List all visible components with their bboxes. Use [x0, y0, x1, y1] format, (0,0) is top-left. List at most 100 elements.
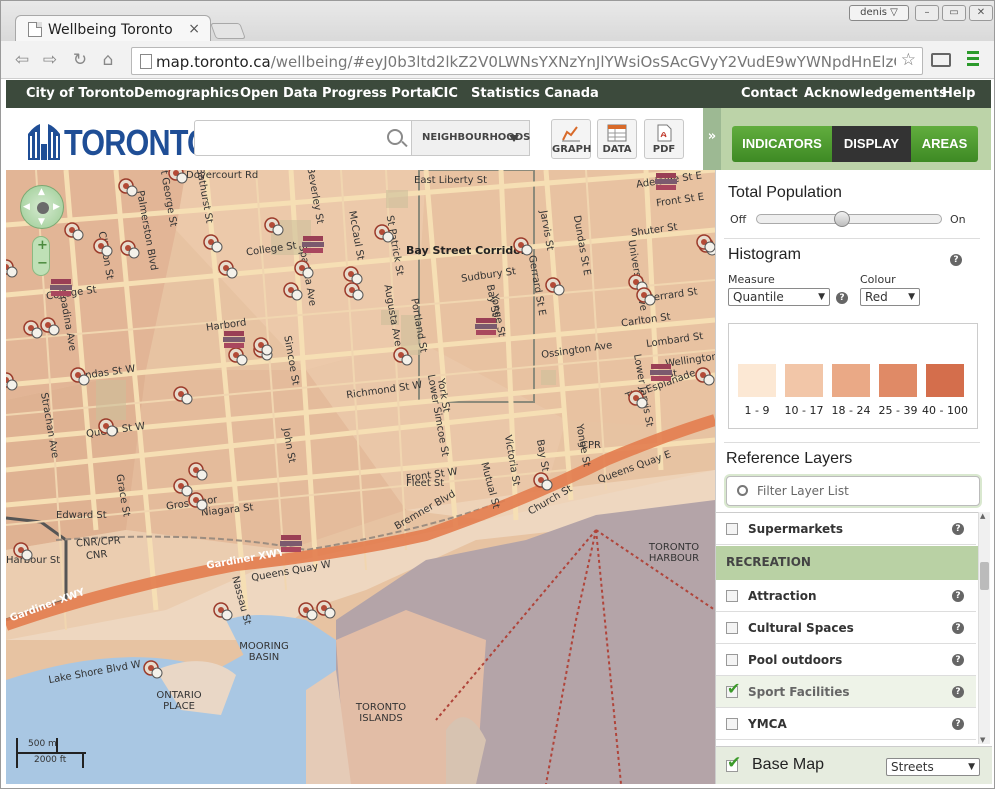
scroll-down-icon[interactable]: ▼: [980, 736, 985, 744]
layer-name: YMCA: [748, 717, 787, 731]
collapse-panel-icon[interactable]: »: [703, 108, 721, 170]
cultural-space-marker[interactable]: [50, 173, 677, 552]
layer-help-icon[interactable]: ?: [952, 654, 964, 666]
toronto-logo[interactable]: TORONTO: [26, 116, 211, 163]
app-header: TORONTO NEIGHBOURHOODS GRAPH DATA PDF » …: [6, 108, 991, 170]
nav-open-data[interactable]: Open Data: [240, 86, 318, 101]
sport-facility-marker[interactable]: [6, 170, 715, 679]
filter-search-icon: [737, 485, 748, 496]
neighbourhoods-dropdown[interactable]: NEIGHBOURHOODS: [412, 120, 530, 156]
browser-tab[interactable]: Wellbeing Toronto ×: [15, 15, 211, 43]
reference-layers-title: Reference Layers: [726, 450, 853, 467]
data-button[interactable]: DATA: [597, 119, 637, 159]
measure-help-icon[interactable]: ?: [836, 292, 848, 304]
measure-select[interactable]: Quantile: [728, 288, 830, 306]
layer-checkbox[interactable]: [726, 622, 738, 634]
close-window-icon[interactable]: ✕: [969, 5, 993, 21]
scroll-up-icon[interactable]: ▲: [980, 512, 985, 520]
tab-indicators[interactable]: INDICATORS: [732, 126, 832, 162]
slider-on-label: On: [950, 213, 966, 226]
histogram-title: Histogram: [728, 246, 801, 263]
scale-imperial: 2000 ft: [34, 755, 67, 765]
address-bar[interactable]: map.toronto.ca/wellbeing/#eyJ0b3ltd2lkZ2…: [131, 47, 923, 75]
browser-menu-icon[interactable]: [967, 51, 979, 67]
pan-down-icon[interactable]: ▼: [38, 217, 45, 227]
layer-item-attraction[interactable]: Attraction ?: [716, 580, 976, 612]
check-icon: ✔: [727, 753, 742, 773]
legend-label: 10 - 17: [784, 404, 824, 417]
measure-label: Measure: [728, 273, 775, 286]
scale-bar: 500 m 2000 ft: [16, 738, 86, 770]
nav-help[interactable]: Help: [942, 86, 975, 101]
nav-progress-portal[interactable]: Progress Portal: [322, 86, 436, 101]
nav-city-of-toronto[interactable]: City of Toronto: [26, 86, 134, 101]
new-tab-button[interactable]: [210, 23, 246, 39]
reload-icon[interactable]: ↻: [69, 49, 91, 71]
layer-checkbox[interactable]: [726, 523, 738, 535]
data-label: DATA: [602, 144, 632, 155]
panel-tabs: INDICATORS DISPLAY AREAS: [732, 126, 978, 162]
layer-item-cultural-spaces[interactable]: Cultural Spaces ?: [716, 612, 976, 644]
opacity-slider[interactable]: [756, 211, 942, 227]
cast-icon[interactable]: [931, 53, 951, 67]
slider-thumb[interactable]: [834, 211, 850, 227]
layer-name: Attraction: [748, 589, 817, 603]
basemap-select[interactable]: Streets: [886, 758, 980, 776]
search-icon[interactable]: [387, 129, 403, 145]
pan-up-icon[interactable]: ▲: [38, 187, 45, 197]
pan-right-icon[interactable]: ▶: [53, 202, 60, 212]
close-tab-icon[interactable]: ×: [188, 21, 200, 37]
zoom-in-button[interactable]: +: [37, 238, 48, 253]
home-icon[interactable]: ⌂: [97, 49, 119, 71]
nav-cic[interactable]: CIC: [434, 86, 458, 101]
graph-icon: [562, 126, 580, 142]
layer-group-recreation[interactable]: RECREATION: [716, 546, 978, 580]
nav-contact[interactable]: Contact: [741, 86, 798, 101]
filter-layer-input[interactable]: Filter Layer List: [726, 476, 980, 506]
layer-help-icon[interactable]: ?: [952, 718, 964, 730]
layer-item-pool-outdoors[interactable]: Pool outdoors ?: [716, 644, 976, 676]
nav-acknowledgements[interactable]: Acknowledgements: [804, 86, 947, 101]
graph-button[interactable]: GRAPH: [551, 119, 591, 159]
layer-item-supermarkets[interactable]: Supermarkets ?: [716, 513, 976, 545]
pan-control[interactable]: ▲ ▼ ◀ ▶: [20, 185, 64, 229]
layer-list-scrollbar[interactable]: ▲ ▼: [978, 512, 990, 744]
tab-display[interactable]: DISPLAY: [832, 126, 911, 162]
bookmark-star-icon[interactable]: ☆: [901, 50, 916, 70]
tab-areas[interactable]: AREAS: [911, 126, 978, 162]
divider: [724, 238, 980, 239]
forward-icon[interactable]: ⇨: [39, 49, 61, 71]
layer-help-icon[interactable]: ?: [952, 686, 964, 698]
legend-swatch: [879, 364, 917, 397]
logo-text: TORONTO: [64, 122, 211, 163]
colour-select[interactable]: Red: [860, 288, 920, 306]
maximize-icon[interactable]: ▭: [942, 5, 966, 21]
tab-title: Wellbeing Toronto: [48, 22, 173, 38]
layer-item-sport-facilities[interactable]: ✔ Sport Facilities ?: [716, 676, 976, 708]
map-view[interactable]: College St College St Shuter St Dundas S…: [6, 170, 715, 784]
search-input[interactable]: [194, 120, 412, 156]
back-icon[interactable]: ⇦: [11, 49, 33, 71]
layer-help-icon[interactable]: ?: [952, 523, 964, 535]
layer-checkbox[interactable]: [726, 718, 738, 730]
layer-help-icon[interactable]: ?: [952, 622, 964, 634]
legend-label: 40 - 100: [922, 404, 968, 417]
zoom-out-button[interactable]: −: [37, 256, 48, 271]
pan-center-icon[interactable]: [37, 202, 49, 214]
nav-demographics[interactable]: Demographics: [134, 86, 239, 101]
pdf-button[interactable]: PDF: [644, 119, 684, 159]
layer-checkbox[interactable]: [726, 590, 738, 602]
site-navigation: City of Toronto Demographics Open Data P…: [6, 80, 991, 108]
user-profile-button[interactable]: denis ▽: [849, 5, 909, 21]
layer-help-icon[interactable]: ?: [952, 590, 964, 602]
layer-item-ymca[interactable]: YMCA ?: [716, 708, 976, 740]
pan-left-icon[interactable]: ◀: [23, 202, 30, 212]
minimize-icon[interactable]: –: [915, 5, 939, 21]
layer-checkbox[interactable]: [726, 654, 738, 666]
histogram-legend: 1 - 9 10 - 17 18 - 24 25 - 39 40 - 100: [728, 323, 978, 429]
nav-statistics-canada[interactable]: Statistics Canada: [471, 86, 599, 101]
legend-label: 25 - 39: [878, 404, 918, 417]
scrollbar-thumb[interactable]: [980, 562, 989, 590]
slider-off-label: Off: [730, 213, 747, 226]
histogram-help-icon[interactable]: ?: [950, 254, 962, 266]
